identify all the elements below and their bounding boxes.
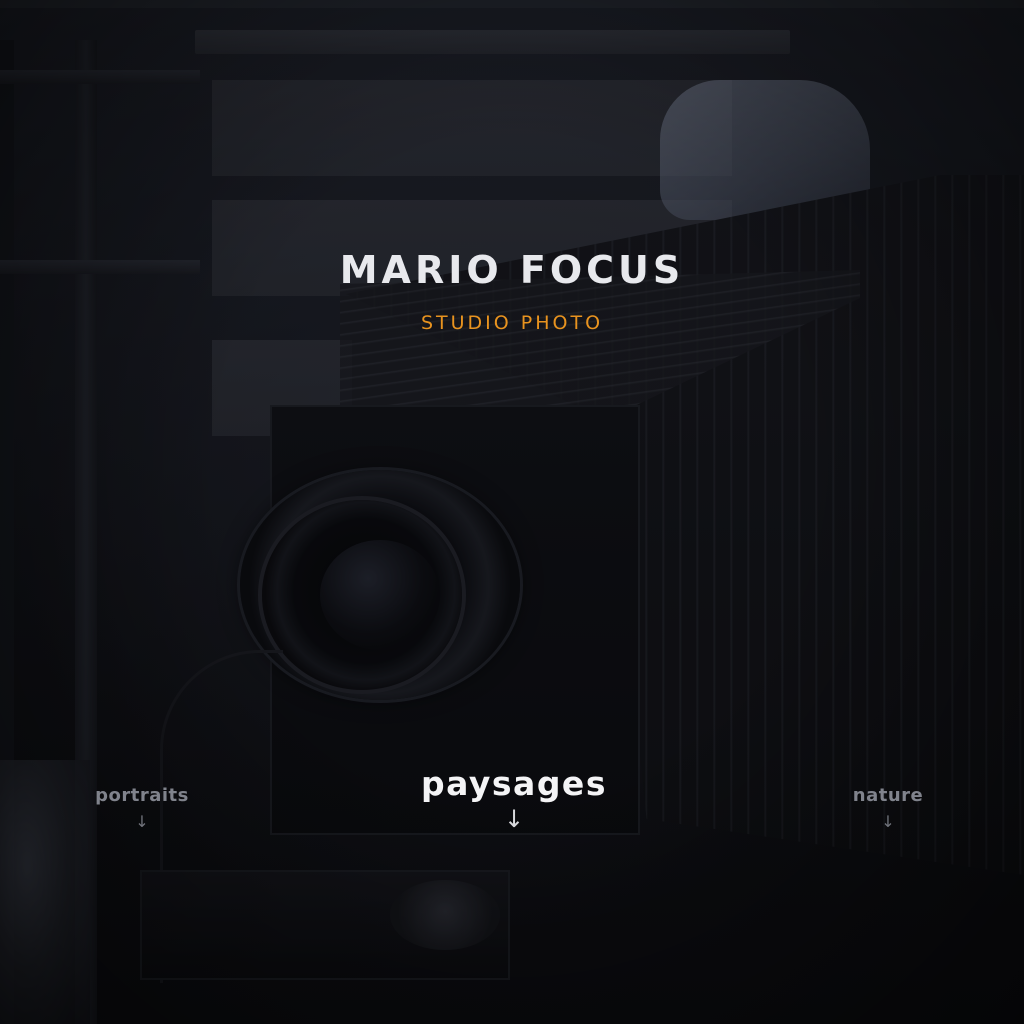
- nav-link-paysages[interactable]: paysages ↓: [400, 764, 628, 833]
- background-photo: [0, 0, 1024, 1024]
- arrow-down-icon: ↓: [881, 812, 895, 831]
- nav-link-nature[interactable]: nature ↓: [830, 785, 946, 831]
- nav-link-portraits[interactable]: portraits ↓: [82, 785, 202, 831]
- nav-label-portraits: portraits: [95, 785, 189, 806]
- brand-subtitle: STUDIO PHOTO: [420, 312, 604, 334]
- nav-label-paysages: paysages: [421, 764, 607, 803]
- arrow-down-icon: ↓: [503, 805, 525, 833]
- hero-section: MARIO FOCUS STUDIO PHOTO portraits ↓ pay…: [0, 0, 1024, 1024]
- nav-label-nature: nature: [852, 785, 924, 806]
- arrow-down-icon: ↓: [135, 812, 149, 831]
- brand-title: MARIO FOCUS: [339, 248, 685, 292]
- dark-overlay: [0, 0, 1024, 1024]
